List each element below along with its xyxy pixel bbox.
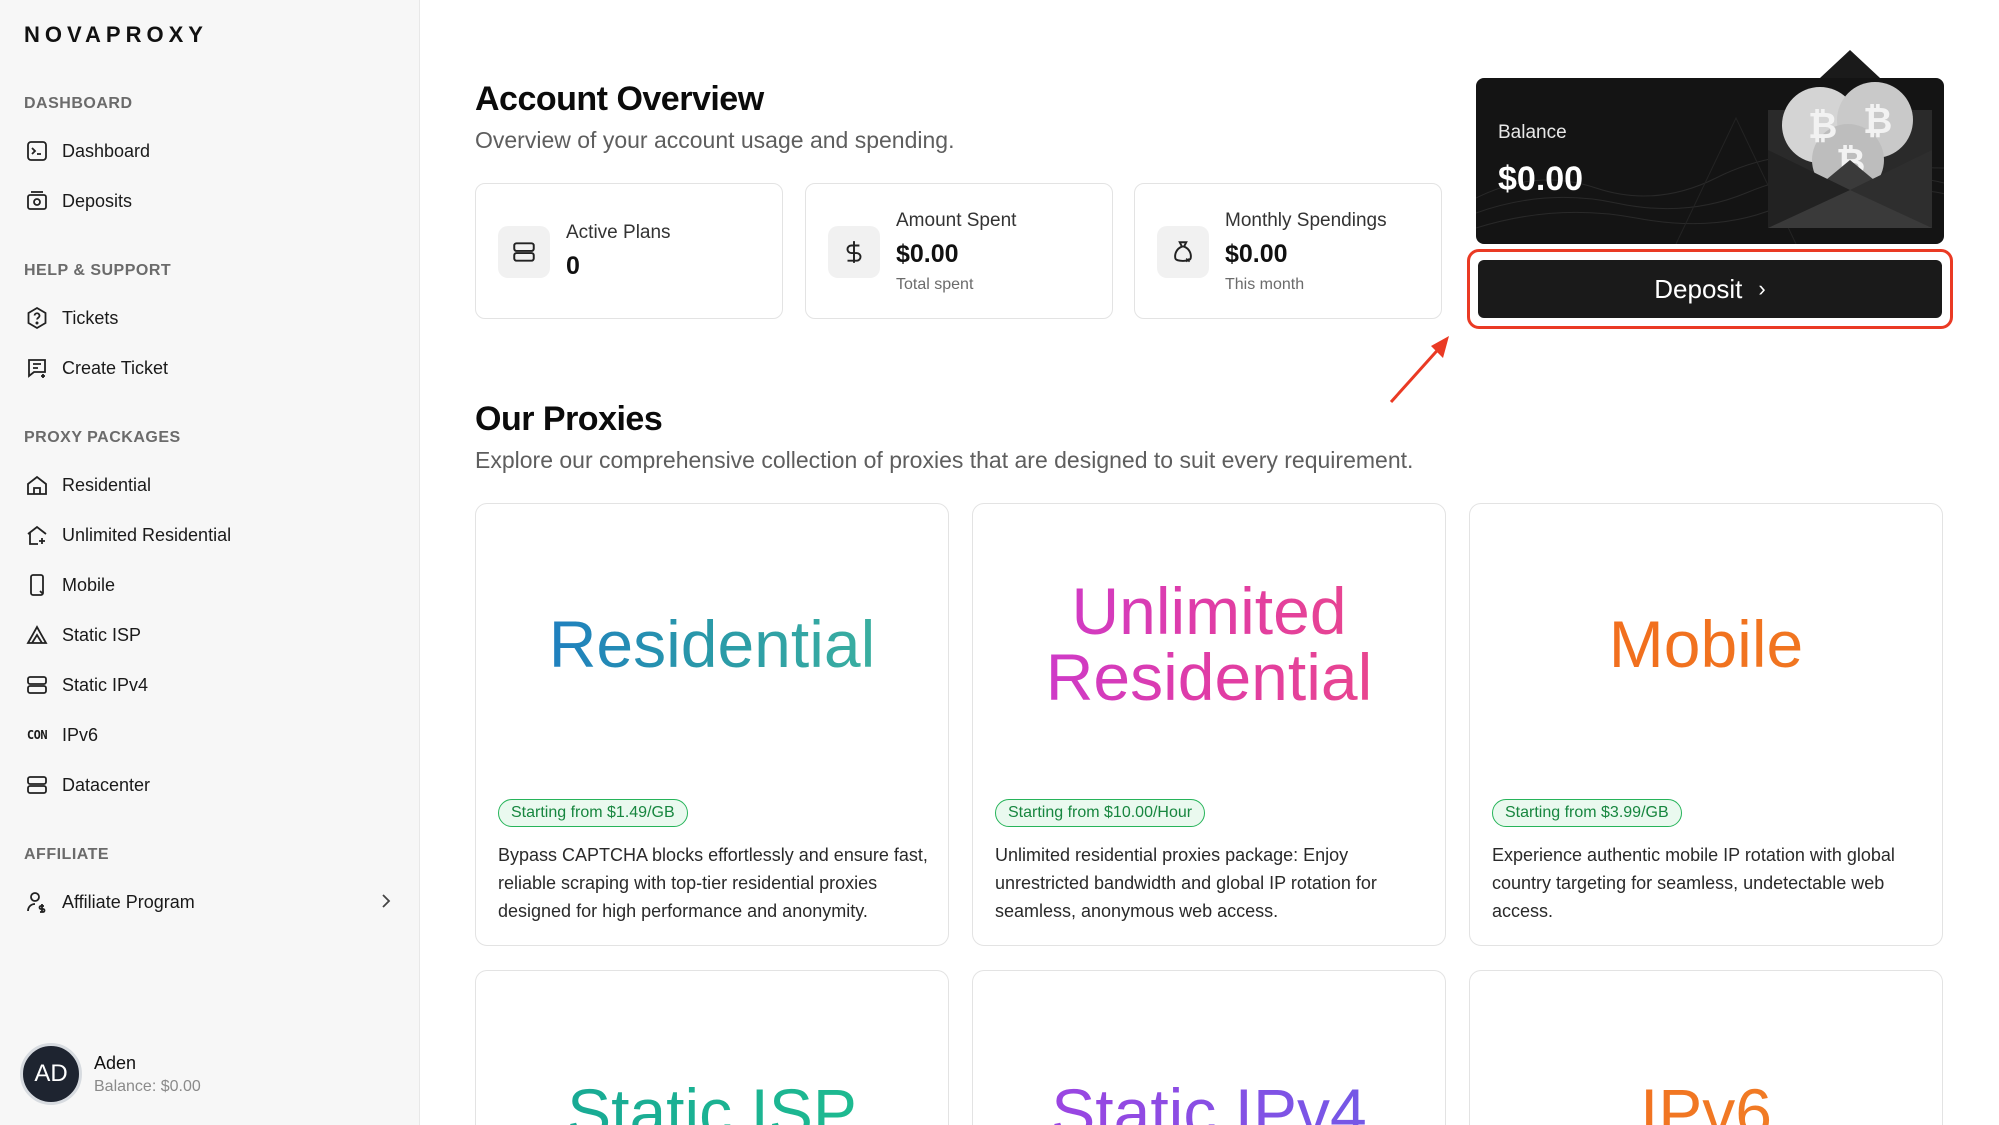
card-title-line-2: Residential <box>973 644 1445 710</box>
card-title: IPv6 <box>1470 1079 1942 1125</box>
building-icon <box>24 622 50 648</box>
user-info: Aden Balance: $0.00 <box>94 1053 201 1096</box>
stat-note: This month <box>1225 276 1305 293</box>
stat-card-amount-spent: Amount Spent $0.00 Total spent <box>805 183 1113 319</box>
con-icon: CON <box>26 728 48 742</box>
stat-card-active-plans: Active Plans 0 <box>475 183 783 319</box>
terminal-icon <box>24 138 50 164</box>
sidebar-item-ipv6[interactable]: CON IPv6 <box>24 715 400 755</box>
price-badge: Starting from $10.00/Hour <box>995 799 1206 827</box>
section-subtitle: Explore our comprehensive collection of … <box>475 447 1414 473</box>
sidebar-item-unlimited-residential[interactable]: Unlimited Residential <box>24 515 400 555</box>
stat-card-monthly-spendings: Monthly Spendings $0.00 This month <box>1134 183 1442 319</box>
dollar-icon <box>828 226 880 278</box>
user-dollar-icon <box>24 889 50 915</box>
section-title: Our Proxies <box>475 400 663 438</box>
database-icon <box>24 772 50 798</box>
annotation-arrow-icon <box>1389 336 1449 404</box>
sidebar-item-create-ticket[interactable]: Create Ticket <box>24 348 400 388</box>
sidebar-item-datacenter[interactable]: Datacenter <box>24 765 400 805</box>
deposit-label: Deposit <box>1654 273 1743 304</box>
balance-value: $0.00 <box>1498 160 1584 198</box>
home-icon <box>24 472 50 498</box>
sidebar-item-affiliate-program[interactable]: Affiliate Program <box>24 882 400 922</box>
stat-label: Active Plans <box>566 222 671 243</box>
user-name: Aden <box>94 1052 137 1073</box>
stat-value: 0 <box>566 252 580 280</box>
sidebar-item-label: IPv6 <box>62 724 99 745</box>
card-description: Unlimited residential proxies package: E… <box>995 845 1377 921</box>
sidebar-item-label: Affiliate Program <box>62 891 195 912</box>
card-title: Static ISP <box>476 1079 948 1125</box>
stat-label: Monthly Spendings <box>1225 210 1387 231</box>
stat-value: $0.00 <box>1225 240 1288 268</box>
chevron-right-icon[interactable] <box>378 892 394 915</box>
section-affiliate: AFFILIATE <box>24 846 110 863</box>
sidebar-item-dashboard[interactable]: Dashboard <box>24 131 400 171</box>
server-icon <box>498 226 550 278</box>
proxy-card-static-isp[interactable]: Static ISP <box>475 970 949 1125</box>
sidebar-item-label: Static ISP <box>62 624 142 645</box>
stat-note: Total spent <box>896 276 974 293</box>
sidebar-item-label: Static IPv4 <box>62 674 149 695</box>
avatar[interactable]: AD <box>20 1043 82 1105</box>
proxy-card-residential[interactable]: Residential Starting from $1.49/GB Bypas… <box>475 503 949 946</box>
bitcoin-wallet-icon: ₿ ₿ ₿ <box>1768 50 1932 228</box>
message-plus-icon <box>24 355 50 381</box>
sidebar-item-label: Tickets <box>62 307 119 328</box>
wallet-icon <box>24 188 50 214</box>
user-balance: Balance: $0.00 <box>94 1077 201 1095</box>
deposit-highlight: Deposit › <box>1467 249 1953 329</box>
sidebar-item-mobile[interactable]: Mobile <box>24 565 400 605</box>
home-plus-icon <box>24 522 50 548</box>
proxy-card-ipv6[interactable]: IPv6 <box>1469 970 1943 1125</box>
sidebar: NOVAPROXY DASHBOARD Dashboard Deposits H… <box>0 0 420 1125</box>
svg-text:₿: ₿ <box>1808 106 1837 147</box>
chevron-right-icon: › <box>1758 276 1766 301</box>
sidebar-item-tickets[interactable]: Tickets <box>24 298 400 338</box>
price-badge: Starting from $3.99/GB <box>1492 799 1682 827</box>
sidebar-item-deposits[interactable]: Deposits <box>24 181 400 221</box>
svg-text:₿: ₿ <box>1863 101 1892 142</box>
proxy-card-static-ipv4[interactable]: Static IPv4 <box>972 970 1446 1125</box>
money-bag-icon <box>1157 226 1209 278</box>
proxy-card-mobile[interactable]: Mobile Starting from $3.99/GB Experience… <box>1469 503 1943 946</box>
deposit-button[interactable]: Deposit › <box>1478 260 1942 318</box>
stat-label: Amount Spent <box>896 210 1017 231</box>
card-title: Static IPv4 <box>973 1079 1445 1125</box>
stat-value: $0.00 <box>896 240 959 268</box>
sidebar-item-label: Residential <box>62 474 152 495</box>
card-title-line-1: Unlimited <box>973 578 1445 644</box>
server-icon <box>24 672 50 698</box>
card-title: Residential <box>476 611 948 677</box>
section-help: HELP & SUPPORT <box>24 262 172 279</box>
section-proxy-packages: PROXY PACKAGES <box>24 429 181 446</box>
price-badge: Starting from $1.49/GB <box>498 799 688 827</box>
phone-icon <box>24 572 50 598</box>
balance-label: Balance <box>1498 122 1567 143</box>
sidebar-item-label: Datacenter <box>62 774 151 795</box>
page-title: Account Overview <box>475 80 764 118</box>
sidebar-item-label: Deposits <box>62 190 133 211</box>
sidebar-item-static-ipv4[interactable]: Static IPv4 <box>24 665 400 705</box>
help-circle-icon <box>24 305 50 331</box>
proxy-card-unlimited-residential[interactable]: Unlimited Residential Starting from $10.… <box>972 503 1446 946</box>
sidebar-item-label: Create Ticket <box>62 357 169 378</box>
section-dashboard: DASHBOARD <box>24 95 133 112</box>
page-subtitle: Overview of your account usage and spend… <box>475 127 955 153</box>
sidebar-item-label: Mobile <box>62 574 116 595</box>
card-title: Mobile <box>1470 611 1942 677</box>
sidebar-item-static-isp[interactable]: Static ISP <box>24 615 400 655</box>
card-description: Bypass CAPTCHA blocks effortlessly and e… <box>498 845 928 921</box>
sidebar-item-label: Dashboard <box>62 140 151 161</box>
sidebar-item-label: Unlimited Residential <box>62 524 232 545</box>
brand-logo[interactable]: NOVAPROXY <box>24 22 208 48</box>
card-description: Experience authentic mobile IP rotation … <box>1492 845 1895 921</box>
sidebar-item-residential[interactable]: Residential <box>24 465 400 505</box>
user-profile[interactable]: AD Aden Balance: $0.00 <box>20 1043 201 1105</box>
